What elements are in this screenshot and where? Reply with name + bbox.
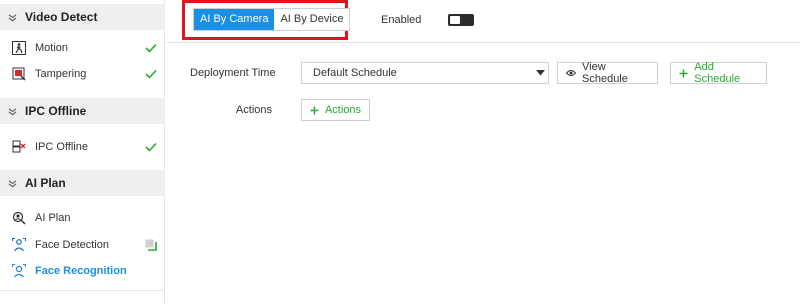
divider: [166, 42, 800, 43]
sidebar-item-label: Face Detection: [35, 239, 109, 251]
plus-icon: [310, 105, 319, 115]
sidebar-item-label: IPC Offline: [35, 141, 88, 153]
enabled-toggle[interactable]: [448, 14, 474, 26]
face-recognition-icon: [12, 264, 26, 278]
eye-icon: [566, 68, 576, 78]
sidebar-item-tampering[interactable]: Tampering: [0, 63, 165, 85]
sidebar-item-face-recognition[interactable]: Face Recognition: [0, 260, 165, 282]
toggle-knob: [450, 16, 460, 24]
partial-status-icon: [145, 239, 157, 251]
section-header-ai-plan[interactable]: AI Plan: [0, 170, 165, 196]
sidebar-item-face-detection[interactable]: Face Detection: [0, 234, 165, 256]
caret-down-icon: [532, 70, 548, 76]
divider: [0, 290, 165, 291]
ai-plan-icon: [12, 211, 26, 225]
motion-icon: [12, 41, 26, 55]
plus-icon: [679, 68, 688, 78]
view-mode-tabs: AI By Camera AI By Device: [193, 8, 351, 31]
face-detection-icon: [12, 238, 26, 252]
add-schedule-button[interactable]: Add Schedule: [670, 61, 767, 85]
section-header-ipc-offline[interactable]: IPC Offline: [0, 98, 165, 124]
deployment-time-value: Default Schedule: [313, 67, 397, 79]
section-title: Video Detect: [25, 10, 98, 24]
add-schedule-label: Add Schedule: [694, 61, 741, 85]
sidebar-item-ai-plan[interactable]: AI Plan: [0, 207, 165, 229]
view-schedule-button[interactable]: View Schedule: [557, 61, 658, 85]
sidebar: Video Detect Motion Tampering IPC Offlin…: [0, 0, 165, 304]
sidebar-item-ipc-offline[interactable]: IPC Offline: [0, 136, 165, 158]
sidebar-item-label: Motion: [35, 42, 69, 54]
section-title: AI Plan: [25, 176, 66, 190]
check-icon: [145, 141, 157, 153]
section-header-video-detect[interactable]: Video Detect: [0, 4, 165, 30]
tampering-icon: [12, 67, 26, 81]
enabled-label: Enabled: [381, 14, 422, 26]
add-actions-button[interactable]: Actions: [301, 99, 370, 121]
sidebar-item-motion[interactable]: Motion: [0, 37, 165, 59]
sidebar-item-label: Tampering: [35, 68, 87, 80]
sidebar-item-label: AI Plan: [35, 212, 71, 224]
check-icon: [145, 42, 157, 54]
deployment-time-select[interactable]: Default Schedule: [301, 62, 549, 84]
actions-label: Actions: [235, 104, 272, 116]
tab-ai-by-device[interactable]: AI By Device: [274, 9, 350, 30]
actions-button-label: Actions: [324, 104, 362, 116]
check-icon: [145, 68, 157, 80]
sidebar-item-label: Face Recognition: [35, 265, 127, 277]
ipc-offline-icon: [12, 140, 26, 154]
chevron-down-icon: [7, 178, 17, 188]
view-schedule-label: View Schedule: [582, 61, 628, 85]
chevron-down-icon: [7, 106, 17, 116]
section-title: IPC Offline: [25, 104, 87, 118]
chevron-down-icon: [7, 12, 17, 22]
deployment-time-label: Deployment Time: [190, 67, 276, 79]
tab-ai-by-camera[interactable]: AI By Camera: [194, 9, 275, 30]
